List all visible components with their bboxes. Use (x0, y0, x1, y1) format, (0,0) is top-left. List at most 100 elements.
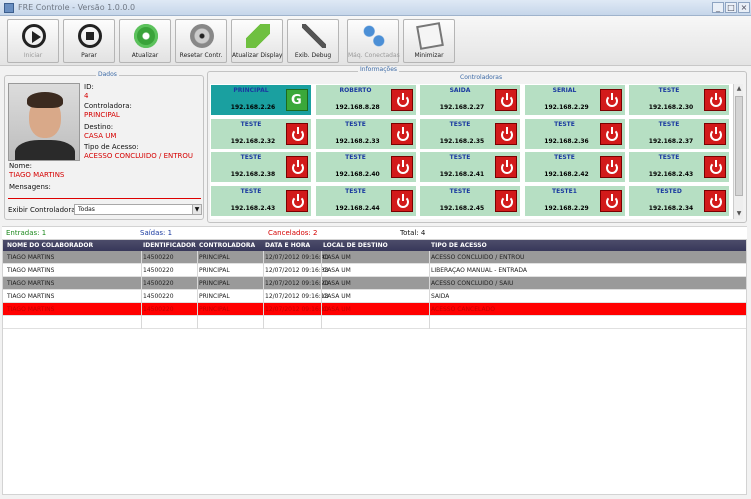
controller-tile[interactable]: PRINCIPAL 192.168.2.26 G (210, 84, 312, 116)
minimize-window-button[interactable]: _ (712, 2, 724, 13)
table-cell: TIAGO MARTINS (7, 306, 55, 313)
controller-ip: 192.168.2.26 (230, 104, 276, 111)
controller-tile[interactable]: TESTE 192.168.2.43 (628, 151, 730, 183)
iniciar-button[interactable]: Iniciar (7, 19, 59, 63)
controller-tile[interactable]: TESTE 192.168.2.36 (523, 117, 626, 150)
exibir-controladora-label: Exibir Controladora: (8, 206, 78, 214)
table-row[interactable]: TIAGO MARTINS 14500220 PRINCIPAL 12/07/2012… (3, 251, 746, 264)
power-button[interactable] (390, 156, 413, 178)
button-label: Atualizar (131, 52, 159, 59)
controller-tile[interactable]: TESTE 192.168.2.41 (419, 151, 521, 183)
controller-tile[interactable]: TESTE 192.168.2.42 (523, 151, 626, 183)
controller-tile[interactable]: TESTE 192.168.2.40 (314, 151, 417, 183)
power-button[interactable] (704, 189, 726, 212)
controller-tile[interactable]: SERIAL 192.168.2.29 (523, 84, 626, 116)
controller-name: TESTE (554, 154, 575, 161)
power-button[interactable] (599, 189, 622, 212)
controller-name: TESTED (656, 187, 682, 195)
controller-tile[interactable]: TESTE 192.168.2.33 (314, 117, 417, 150)
controller-tile[interactable]: TESTE 192.168.2.45 (419, 184, 521, 217)
controllers-grid: PRINCIPAL 192.168.2.26 G ROBERTO 192.168.8.2… (210, 84, 733, 219)
column-header[interactable]: TIPO DE ACESSO (431, 242, 487, 249)
power-button[interactable] (495, 189, 517, 212)
maximize-window-button[interactable]: □ (725, 2, 737, 13)
controller-tile[interactable]: TESTE 192.168.2.38 (210, 151, 312, 183)
power-button[interactable] (704, 89, 726, 111)
power-button[interactable] (495, 89, 517, 111)
column-header[interactable]: CONTROLADORA (199, 242, 255, 249)
refresh-button[interactable]: G (286, 89, 308, 111)
chevron-down-icon[interactable]: ▼ (192, 205, 201, 214)
table-cell: 14500220 (143, 306, 174, 313)
controller-tile[interactable]: SAIDA 192.168.2.27 (419, 84, 521, 116)
controladoras-legend: Controladoras (458, 74, 505, 81)
table-row-empty[interactable] (3, 316, 746, 329)
table-cell: PRINCIPAL (199, 280, 230, 287)
power-button[interactable] (390, 189, 413, 212)
controller-name: TESTE (449, 154, 471, 161)
table-row[interactable]: TIAGO MARTINS 14500220 PRINCIPAL 12/07/2012… (3, 264, 746, 277)
power-button[interactable] (704, 156, 726, 178)
scroll-up-icon[interactable]: ▲ (734, 84, 744, 94)
controller-tile[interactable]: TESTE 192.168.2.30 (628, 84, 730, 116)
stop-icon (78, 24, 102, 48)
resetar-contr-button[interactable]: Resetar Contr. (175, 19, 227, 63)
table-cell: 12/07/2012 09:16:18 (265, 293, 329, 300)
power-button[interactable] (286, 189, 308, 212)
controller-tile[interactable]: TESTE 192.168.2.44 (314, 184, 417, 217)
power-button[interactable] (390, 89, 413, 111)
maq-conectadas-button[interactable]: Máq. Conectadas (347, 19, 400, 63)
column-divider (263, 251, 264, 329)
controller-tile[interactable]: ROBERTO 192.168.8.28 (314, 84, 417, 116)
column-header[interactable]: LOCAL DE DESTINO (323, 242, 388, 249)
controller-name: TESTE (658, 87, 680, 94)
table-cell: 12/07/2012 09:16:10 (265, 306, 329, 313)
button-label: Resetar Contr. (179, 52, 223, 59)
controller-tile[interactable]: TESTE 192.168.2.35 (419, 117, 521, 150)
controllers-scrollbar[interactable]: ▲ ▼ (733, 84, 743, 219)
controller-tile[interactable]: TESTED 192.168.2.34 (628, 184, 730, 217)
column-divider (141, 251, 142, 329)
power-button[interactable] (495, 156, 517, 178)
table-cell: CASA UM (323, 306, 351, 313)
power-button[interactable] (390, 122, 413, 145)
power-button[interactable] (495, 122, 517, 145)
controller-tile[interactable]: TESTE1 192.168.2.29 (523, 184, 626, 217)
controller-ip: 192.168.2.38 (230, 171, 276, 178)
atualizar-button[interactable]: Atualizar (119, 19, 171, 63)
controller-ip: 192.168.2.45 (439, 204, 485, 212)
table-cell: 12/07/2012 09:16:20 (265, 280, 329, 287)
table-cell: PRINCIPAL (199, 254, 230, 261)
power-button[interactable] (286, 122, 308, 145)
user-photo (8, 83, 80, 161)
power-button[interactable] (704, 122, 726, 145)
exibir-controladora-select[interactable]: Todas ▼ (74, 204, 202, 215)
scroll-down-icon[interactable]: ▼ (734, 209, 744, 219)
minimizar-button[interactable]: Minimizar (403, 19, 455, 63)
table-cell: LIBERAÇÃO MANUAL - ENTRADA (431, 267, 527, 274)
table-cell: 14500220 (143, 293, 174, 300)
column-header[interactable]: NOME DO COLABORADOR (7, 242, 93, 249)
close-window-button[interactable]: × (738, 2, 750, 13)
controller-tile[interactable]: TESTE 192.168.2.32 (210, 117, 312, 150)
power-button[interactable] (599, 89, 622, 111)
scroll-thumb[interactable] (735, 96, 743, 196)
play-icon (22, 24, 46, 48)
controller-tile[interactable]: TESTE 192.168.2.37 (628, 117, 730, 150)
power-button[interactable] (286, 156, 308, 178)
column-header[interactable]: IDENTIFICADOR (143, 242, 196, 249)
column-header[interactable]: DATA E HORA (265, 242, 310, 249)
power-button[interactable] (599, 156, 622, 178)
parar-button[interactable]: Parar (63, 19, 115, 63)
table-cell: TIAGO MARTINS (7, 254, 55, 261)
table-row[interactable]: TIAGO MARTINS 14500220 PRINCIPAL 12/07/2012… (3, 303, 746, 316)
exib-debug-button[interactable]: Exib. Debug (287, 19, 339, 63)
table-row[interactable]: TIAGO MARTINS 14500220 PRINCIPAL 12/07/2012… (3, 290, 746, 303)
table-row[interactable]: TIAGO MARTINS 14500220 PRINCIPAL 12/07/2012… (3, 277, 746, 290)
power-button[interactable] (599, 122, 622, 145)
destino-label: Destino: (84, 123, 114, 131)
button-label: Exib. Debug (294, 52, 332, 59)
column-divider (197, 251, 198, 329)
controller-tile[interactable]: TESTE 192.168.2.43 (210, 184, 312, 217)
atualizar-display-button[interactable]: Atualizar Display (231, 19, 283, 63)
